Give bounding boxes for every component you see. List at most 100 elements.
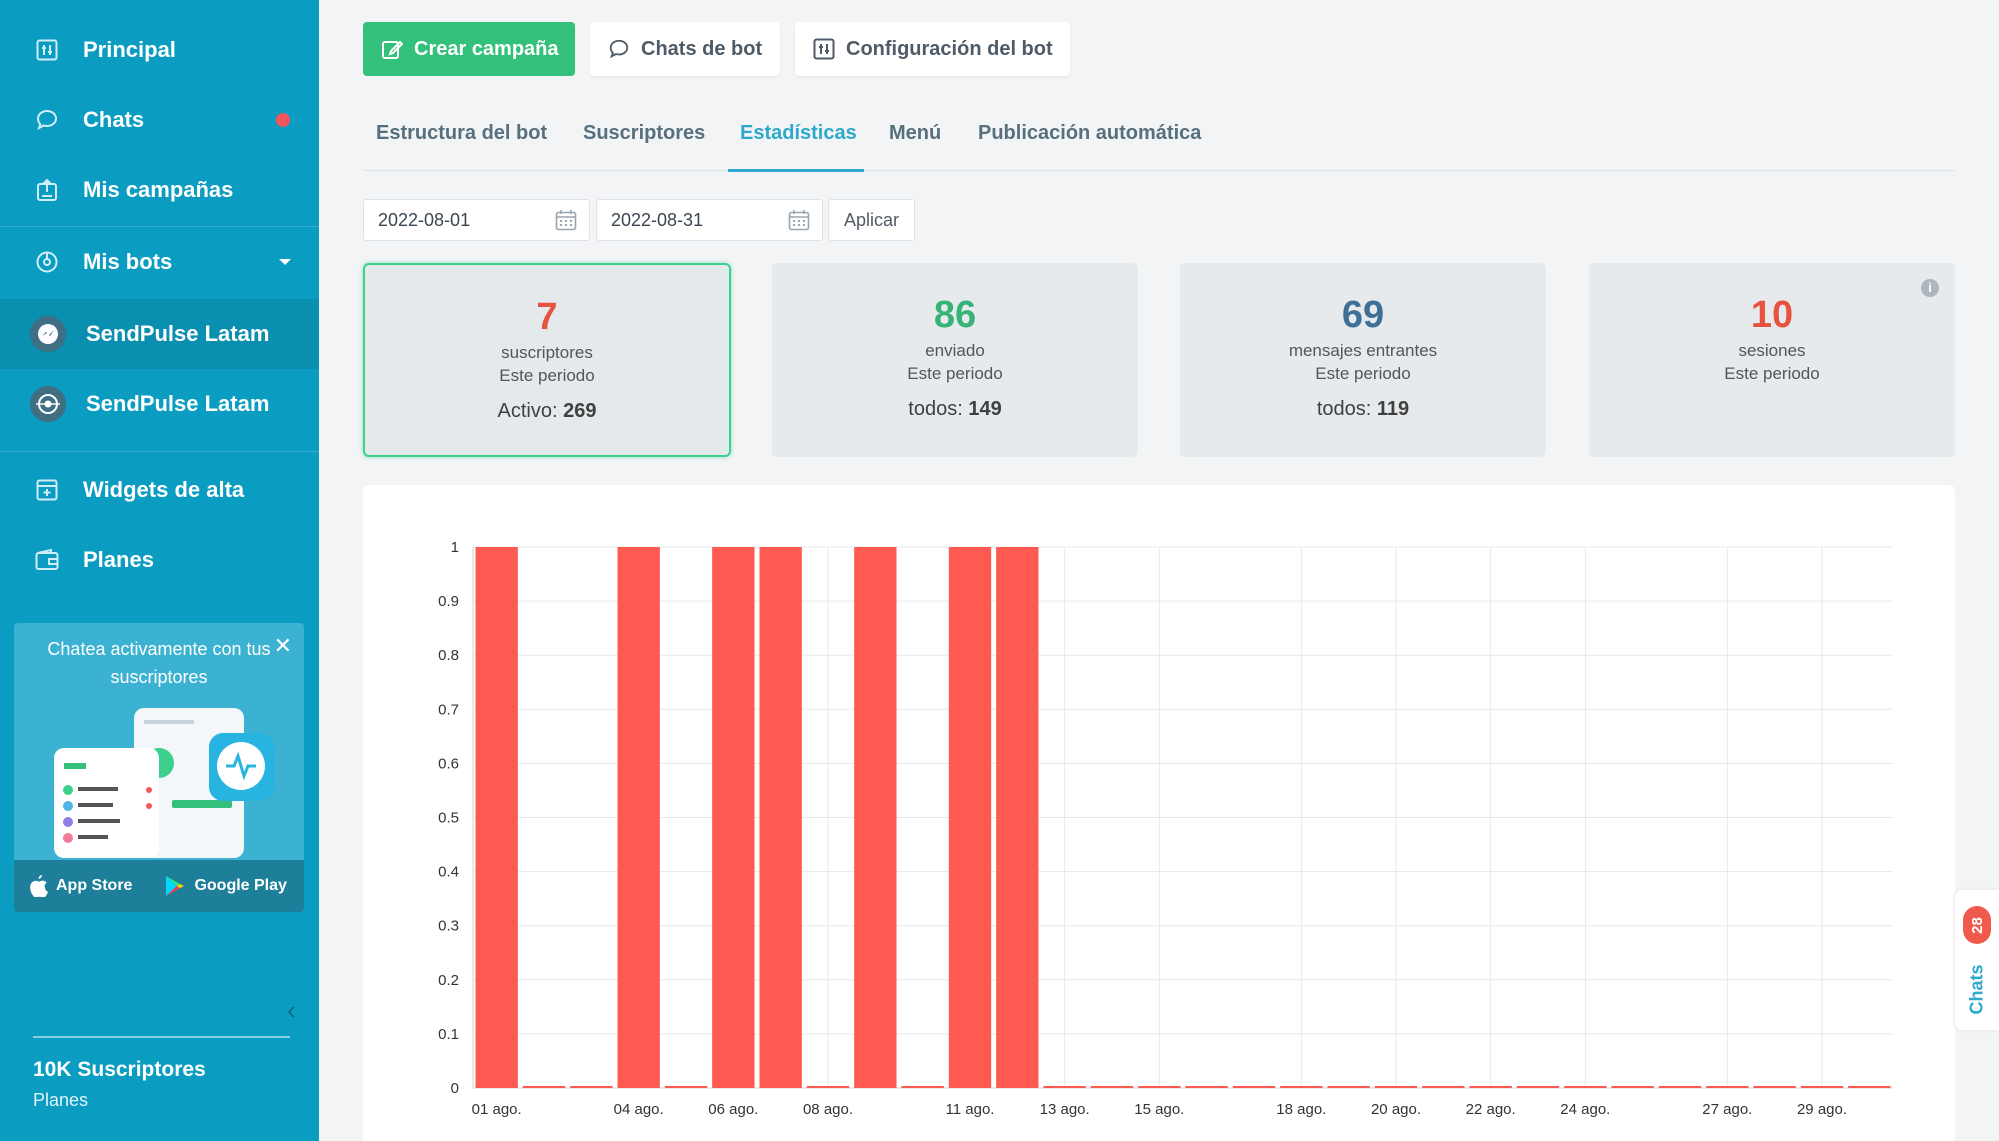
stat-value: 86 xyxy=(933,294,977,336)
tab-estadisticas[interactable]: Estadísticas xyxy=(740,122,857,145)
bar xyxy=(522,1086,566,1088)
sidebar-item-label: Mis bots xyxy=(83,249,173,274)
create-campaign-button[interactable]: Crear campaña xyxy=(363,22,575,76)
stat-card-sent[interactable]: 86 enviado Este periodo todos: 149 xyxy=(772,263,1138,457)
sidebar-item-mis-bots[interactable]: Mis bots xyxy=(0,227,319,297)
google-play-link[interactable]: Google Play xyxy=(164,875,287,897)
promo-text: Chatea activamente con tus suscriptores xyxy=(47,639,271,687)
bar xyxy=(854,547,897,1088)
bar xyxy=(1280,1086,1323,1088)
y-tick-label: 0.7 xyxy=(438,701,459,718)
y-tick-label: 0.3 xyxy=(438,918,459,935)
apply-button[interactable]: Aplicar xyxy=(828,199,915,241)
y-tick-label: 0.6 xyxy=(438,755,459,772)
create-campaign-label: Crear campaña xyxy=(414,37,559,60)
bar xyxy=(475,547,518,1088)
stat-card-subscribers[interactable]: 7 suscriptores Este periodo Activo: 269 xyxy=(363,263,731,457)
bar xyxy=(1706,1086,1749,1088)
stat-period: Este periodo xyxy=(1724,364,1820,383)
stat-period: Este periodo xyxy=(499,366,595,385)
sidebar-item-label: Planes xyxy=(83,547,154,572)
stat-label: suscriptores xyxy=(501,343,593,362)
stat-total-label: todos: xyxy=(1316,398,1372,420)
bar xyxy=(1469,1086,1512,1088)
stat-value: 7 xyxy=(536,296,558,338)
bar xyxy=(901,1086,944,1088)
bar xyxy=(664,1086,708,1088)
stat-total: todos: 149 xyxy=(772,398,1138,421)
google-play-icon xyxy=(166,876,185,896)
plan-subtitle[interactable]: Planes xyxy=(33,1090,88,1111)
stat-label: sesiones xyxy=(1738,341,1806,360)
side-chats-label: Chats xyxy=(1966,963,1987,1015)
x-tick-label: 04 ago. xyxy=(614,1101,664,1118)
sidebar-item-label: Chats xyxy=(83,107,145,132)
sidebar-item-mis-campanas[interactable]: Mis campañas xyxy=(0,155,319,225)
stat-card-incoming-messages[interactable]: 69 mensajes entrantes Este periodo todos… xyxy=(1180,263,1546,457)
plan-title[interactable]: 10K Suscriptores xyxy=(33,1058,206,1082)
bar xyxy=(1611,1086,1654,1088)
bar xyxy=(1185,1086,1228,1088)
y-tick-label: 0.5 xyxy=(438,810,459,827)
app-store-label: App Store xyxy=(56,877,133,894)
bar xyxy=(996,547,1039,1088)
chevron-left-icon[interactable]: ‹ xyxy=(287,995,296,1026)
tab-suscriptores[interactable]: Suscriptores xyxy=(583,122,705,145)
sidebar-item-widgets-de-alta[interactable]: Widgets de alta xyxy=(0,455,319,525)
x-tick-label: 22 ago. xyxy=(1466,1101,1516,1118)
y-tick-label: 0.4 xyxy=(438,864,459,881)
calendar-icon[interactable] xyxy=(555,209,577,231)
sidebar-item-sendpulse-latam-messenger[interactable]: SendPulse Latam xyxy=(0,299,319,369)
divider xyxy=(33,1036,290,1038)
sidebar-item-principal[interactable]: Principal xyxy=(0,15,319,85)
x-tick-label: 01 ago. xyxy=(472,1101,522,1118)
date-from-input[interactable]: 2022-08-01 xyxy=(363,199,590,241)
app-store-link[interactable]: App Store xyxy=(28,875,132,897)
sidebar-item-chats[interactable]: Chats xyxy=(0,85,319,155)
bar xyxy=(759,547,802,1088)
chats-count-badge: 28 xyxy=(1963,906,1991,944)
stat-card-sessions[interactable]: i 10 sesiones Este periodo xyxy=(1589,263,1955,457)
y-tick-label: 1 xyxy=(451,539,459,556)
bot-chats-button[interactable]: Chats de bot xyxy=(590,22,780,76)
bar xyxy=(806,1086,850,1088)
messenger-avatar-icon xyxy=(30,316,66,352)
stat-label: enviado xyxy=(925,341,985,360)
y-tick-label: 0.1 xyxy=(438,1026,459,1043)
edit-icon xyxy=(380,37,404,61)
unread-dot xyxy=(276,113,290,127)
bar xyxy=(1516,1086,1560,1088)
chevron-down-icon[interactable] xyxy=(279,259,291,265)
web-avatar-icon xyxy=(30,386,66,422)
calendar-icon[interactable] xyxy=(788,209,810,231)
sidebar-item-label: SendPulse Latam xyxy=(86,321,270,346)
close-icon[interactable]: ✕ xyxy=(274,633,292,659)
bar xyxy=(948,547,992,1088)
tab-estructura-del-bot[interactable]: Estructura del bot xyxy=(376,122,547,145)
app-promo-banner: Chatea activamente con tus suscriptores … xyxy=(14,623,304,912)
chat-bubble-icon xyxy=(34,107,60,133)
tab-publicacion-automatica[interactable]: Publicación automática xyxy=(978,122,1201,145)
wallet-icon xyxy=(34,547,60,573)
sidebar-item-sendpulse-latam-web[interactable]: SendPulse Latam xyxy=(0,369,319,439)
stat-total-label: todos: xyxy=(908,398,963,420)
tab-menu[interactable]: Menú xyxy=(889,122,941,145)
x-tick-label: 06 ago. xyxy=(708,1101,758,1118)
x-tick-label: 15 ago. xyxy=(1134,1101,1184,1118)
y-tick-label: 0.8 xyxy=(438,647,459,664)
bar xyxy=(1327,1086,1370,1088)
divider xyxy=(0,451,319,452)
apple-icon xyxy=(30,875,48,897)
google-play-label: Google Play xyxy=(194,877,287,894)
active-tab-indicator xyxy=(728,169,864,172)
stat-period: Este periodo xyxy=(1315,364,1411,383)
bar xyxy=(712,547,755,1088)
sidebar-item-planes[interactable]: Planes xyxy=(0,525,319,595)
y-tick-label: 0.2 xyxy=(438,972,459,989)
sidebar: Principal Chats Mis campañas Mis bots Se… xyxy=(0,0,319,1141)
sidebar-item-label: Principal xyxy=(83,37,176,62)
bot-config-button[interactable]: Configuración del bot xyxy=(795,22,1070,76)
side-chats-tab[interactable]: 28 Chats xyxy=(1955,890,1999,1030)
date-to-input[interactable]: 2022-08-31 xyxy=(596,199,823,241)
y-tick-label: 0 xyxy=(451,1080,459,1097)
